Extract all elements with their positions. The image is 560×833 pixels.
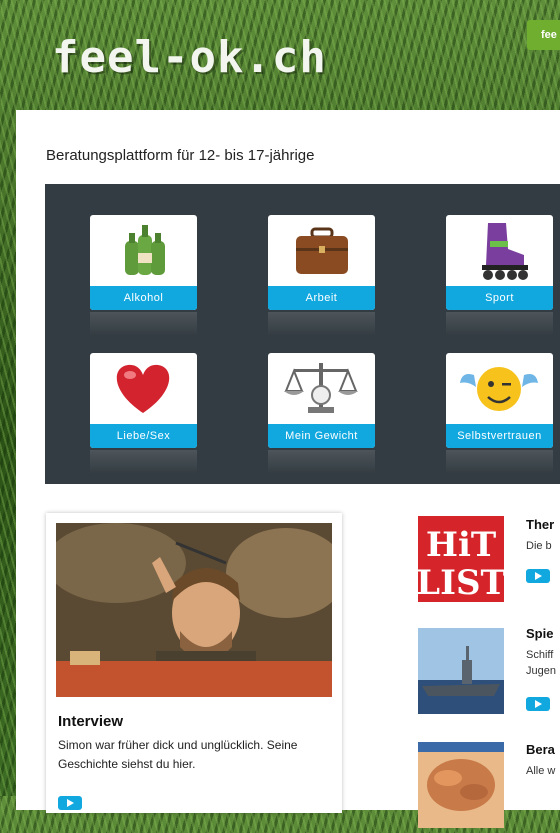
hands-photo bbox=[418, 742, 504, 828]
topic-label: Arbeit bbox=[268, 286, 375, 310]
news-title[interactable]: Ther bbox=[526, 517, 554, 532]
inline-skate-icon bbox=[482, 223, 528, 280]
news-title[interactable]: Bera bbox=[526, 742, 555, 757]
bottles-icon bbox=[125, 225, 165, 275]
heart-icon bbox=[116, 364, 170, 413]
play-icon[interactable] bbox=[58, 796, 82, 810]
tile-reflection bbox=[90, 312, 197, 336]
topic-tile-selbstvertrauen[interactable]: Selbstvertrauen bbox=[446, 353, 553, 448]
aircraft-carrier-photo bbox=[418, 628, 504, 714]
interview-text: Simon war früher dick und unglücklich. S… bbox=[58, 738, 298, 771]
briefcase-icon bbox=[296, 227, 348, 274]
tile-reflection bbox=[446, 450, 553, 474]
interview-photo bbox=[56, 523, 332, 697]
ship-thumbnail[interactable] bbox=[418, 628, 504, 714]
interview-card[interactable]: Interview Simon war früher dick und ungl… bbox=[46, 513, 342, 813]
topic-tile-sport[interactable]: Sport bbox=[446, 215, 553, 310]
news-title[interactable]: Spie bbox=[526, 626, 553, 641]
topic-label: Sport bbox=[446, 286, 553, 310]
topic-tile-liebe-sex[interactable]: Liebe/Sex bbox=[90, 353, 197, 448]
hitlist-thumbnail[interactable]: HiT LIST bbox=[416, 516, 506, 603]
interview-title: Interview bbox=[58, 713, 124, 730]
topic-label: Selbstvertrauen bbox=[446, 424, 553, 448]
tile-reflection bbox=[446, 312, 553, 336]
topic-label: Mein Gewicht bbox=[268, 424, 375, 448]
play-icon[interactable] bbox=[526, 569, 550, 583]
topic-tile-alkohol[interactable]: Alkohol bbox=[90, 215, 197, 310]
scale-icon bbox=[284, 363, 358, 413]
tile-reflection bbox=[268, 450, 375, 474]
news-text: Schiff bbox=[526, 649, 554, 661]
topic-label: Alkohol bbox=[90, 286, 197, 310]
news-text: Die b bbox=[526, 540, 552, 552]
hands-thumbnail[interactable] bbox=[418, 742, 504, 828]
header-tab[interactable]: fee bbox=[527, 20, 560, 50]
play-icon[interactable] bbox=[526, 697, 550, 711]
topics-panel: Alkohol Arbeit Sport Liebe/Sex Mein Gewi… bbox=[45, 184, 560, 484]
topic-tile-arbeit[interactable]: Arbeit bbox=[268, 215, 375, 310]
main-content: Beratungsplattform für 12- bis 17-jährig… bbox=[16, 110, 560, 828]
topic-tile-mein-gewicht[interactable]: Mein Gewicht bbox=[268, 353, 375, 448]
svg-text:HiT: HiT bbox=[426, 525, 496, 565]
hitlist-logo: HiT LIST bbox=[416, 516, 506, 603]
tile-reflection bbox=[268, 312, 375, 336]
site-logo[interactable]: feel-ok.ch bbox=[52, 32, 327, 83]
topic-label: Liebe/Sex bbox=[90, 424, 197, 448]
page-tagline: Beratungsplattform für 12- bis 17-jährig… bbox=[46, 147, 315, 164]
news-text: Jugen bbox=[526, 665, 556, 677]
winking-smiley-icon bbox=[460, 367, 538, 411]
news-text: Alle w bbox=[526, 765, 556, 777]
site-header: feel-ok.ch fee bbox=[0, 0, 560, 110]
interview-video-thumbnail[interactable] bbox=[56, 523, 332, 697]
tile-reflection bbox=[90, 450, 197, 474]
svg-text:LIST: LIST bbox=[418, 563, 504, 602]
